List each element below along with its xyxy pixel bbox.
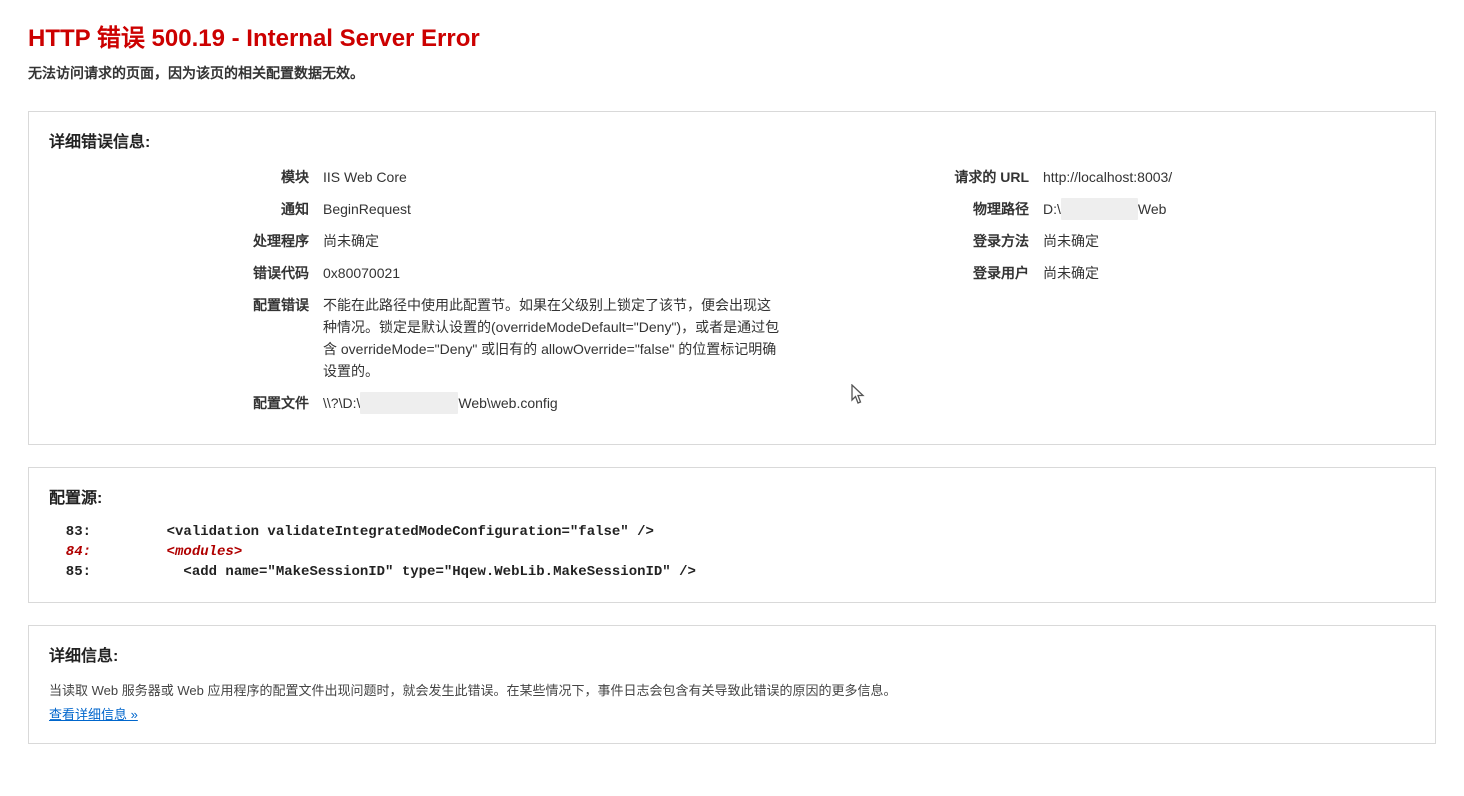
login-method-value: 尚未确定: [1043, 230, 1415, 252]
error-code-label: 错误代码: [49, 262, 323, 284]
config-file-prefix: \\?\D:\: [323, 395, 360, 411]
error-title: HTTP 错误 500.19 - Internal Server Error: [28, 18, 1436, 53]
requested-url-value: http://localhost:8003/: [1043, 166, 1415, 188]
more-info-panel: 详细信息: 当读取 Web 服务器或 Web 应用程序的配置文件出现问题时，就会…: [28, 625, 1436, 744]
notification-value: BeginRequest: [323, 198, 809, 220]
module-label: 模块: [49, 166, 323, 188]
config-error-value: 不能在此路径中使用此配置节。如果在父级别上锁定了该节，便会出现这种情况。锁定是默…: [323, 294, 783, 382]
detailed-right-column: 请求的 URL http://localhost:8003/ 物理路径 D:\x…: [849, 166, 1415, 294]
detailed-left-column: 模块 IIS Web Core 通知 BeginRequest 处理程序 尚未确…: [49, 166, 809, 424]
physical-path-value: D:\xxxxxxxxxxxWeb: [1043, 198, 1415, 220]
detailed-error-columns: 模块 IIS Web Core 通知 BeginRequest 处理程序 尚未确…: [49, 166, 1415, 424]
login-user-value: 尚未确定: [1043, 262, 1415, 284]
config-source-heading: 配置源:: [49, 484, 1415, 508]
config-file-value: \\?\D:\xxxxxxxxxxxxxxWeb\web.config: [323, 392, 809, 414]
login-user-label: 登录用户: [849, 262, 1043, 284]
more-info-text: 当读取 Web 服务器或 Web 应用程序的配置文件出现问题时，就会发生此错误。…: [49, 680, 1415, 702]
physical-path-label: 物理路径: [849, 198, 1043, 220]
error-code-value: 0x80070021: [323, 262, 809, 284]
physical-path-suffix: Web: [1138, 201, 1167, 217]
config-source-line: 85: <add name="MakeSessionID" type="Hqew…: [49, 562, 1415, 582]
detailed-error-heading: 详细错误信息:: [49, 128, 1415, 152]
config-file-suffix: Web\web.config: [458, 395, 557, 411]
config-source-error-line: 84: <modules>: [49, 542, 1415, 562]
config-error-label: 配置错误: [49, 294, 323, 316]
config-file-redacted: xxxxxxxxxxxxxx: [360, 392, 458, 414]
module-value: IIS Web Core: [323, 166, 809, 188]
config-file-label: 配置文件: [49, 392, 323, 414]
login-method-label: 登录方法: [849, 230, 1043, 252]
handler-value: 尚未确定: [323, 230, 809, 252]
detailed-error-panel: 详细错误信息: 模块 IIS Web Core 通知 BeginRequest …: [28, 111, 1436, 445]
iis-error-page: HTTP 错误 500.19 - Internal Server Error 无…: [0, 0, 1464, 796]
handler-label: 处理程序: [49, 230, 323, 252]
error-subtitle: 无法访问请求的页面，因为该页的相关配置数据无效。: [28, 63, 1436, 83]
requested-url-label: 请求的 URL: [849, 166, 1043, 188]
notification-label: 通知: [49, 198, 323, 220]
view-more-link[interactable]: 查看详细信息 »: [49, 707, 138, 722]
more-info-heading: 详细信息:: [49, 642, 1415, 666]
physical-path-prefix: D:\: [1043, 201, 1061, 217]
config-source-line: 83: <validation validateIntegratedModeCo…: [49, 522, 1415, 542]
physical-path-redacted: xxxxxxxxxxx: [1061, 198, 1138, 220]
config-source-code: 83: <validation validateIntegratedModeCo…: [49, 522, 1415, 582]
config-source-panel: 配置源: 83: <validation validateIntegratedM…: [28, 467, 1436, 603]
